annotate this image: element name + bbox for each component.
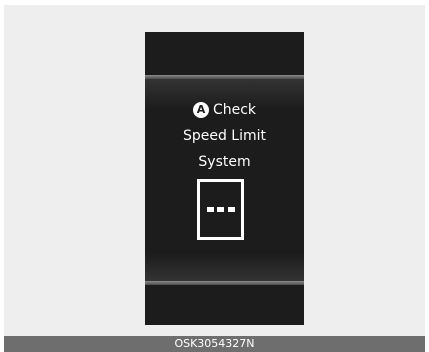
warning-text-system: System bbox=[198, 154, 251, 170]
speed-limit-sign-icon bbox=[197, 179, 244, 240]
warning-text-check: Check bbox=[212, 102, 257, 118]
warning-text-speed-limit: Speed Limit bbox=[182, 128, 267, 144]
cluster-display: A Check Speed Limit System bbox=[145, 32, 304, 325]
marker-a-badge: A bbox=[192, 102, 209, 118]
display-bottom-band bbox=[145, 281, 304, 285]
sign-dash-icon bbox=[207, 207, 214, 212]
illustration-panel: A Check Speed Limit System bbox=[4, 5, 425, 336]
warning-line-check: A Check bbox=[145, 101, 304, 119]
figure-code-caption: OSK3054327N bbox=[4, 336, 425, 352]
sign-dash-icon bbox=[228, 207, 235, 212]
display-bottom-glow bbox=[145, 253, 304, 281]
sign-dash-icon bbox=[217, 207, 224, 212]
